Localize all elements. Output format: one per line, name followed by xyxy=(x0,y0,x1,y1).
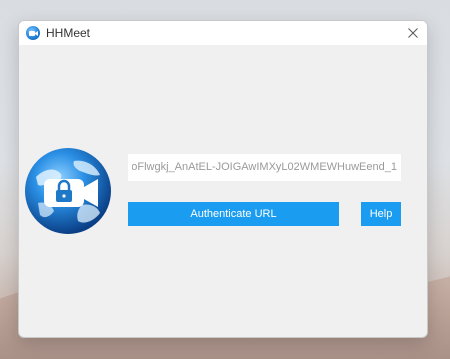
help-button[interactable]: Help xyxy=(361,202,401,226)
url-input[interactable] xyxy=(128,154,401,181)
title-bar[interactable]: HHMeet xyxy=(19,21,427,45)
globe-lock-camera-icon xyxy=(25,148,111,234)
video-camera-icon xyxy=(26,26,40,40)
close-button[interactable] xyxy=(399,21,427,45)
close-icon xyxy=(408,28,418,38)
authenticate-url-button[interactable]: Authenticate URL xyxy=(128,202,339,226)
window-title: HHMeet xyxy=(46,26,91,40)
app-window: HHMeet Authenticate URL Help xyxy=(18,20,428,338)
